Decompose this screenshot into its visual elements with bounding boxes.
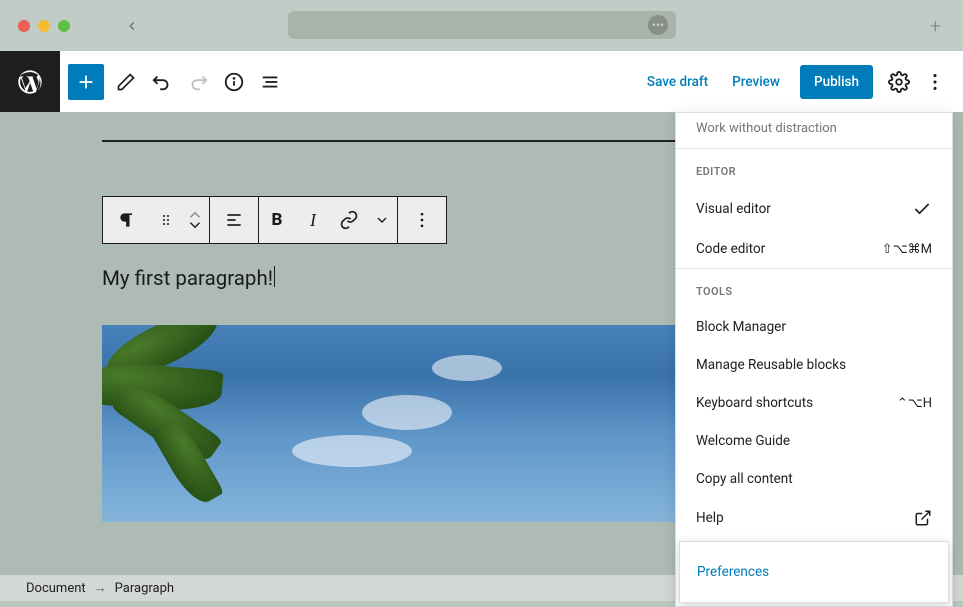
- edit-tool-button[interactable]: [108, 64, 144, 100]
- menu-item-keyboard-shortcuts[interactable]: Keyboard shortcuts ⌃⌥H: [676, 384, 952, 422]
- nav-back-button[interactable]: [125, 19, 139, 33]
- menu-label: Code editor: [696, 241, 765, 257]
- new-tab-button[interactable]: +: [930, 14, 941, 38]
- add-block-button[interactable]: [68, 64, 104, 100]
- shortcut-label: ⌃⌥H: [897, 396, 932, 411]
- traffic-lights: [18, 20, 70, 32]
- outline-button[interactable]: [252, 64, 288, 100]
- preview-button[interactable]: Preview: [720, 66, 792, 98]
- menu-label: Keyboard shortcuts: [696, 395, 813, 411]
- menu-item-preferences[interactable]: Preferences: [679, 541, 949, 603]
- italic-button[interactable]: I: [295, 197, 331, 243]
- more-rich-text-button[interactable]: [367, 197, 397, 243]
- block-toolbar: B I: [102, 196, 447, 244]
- breadcrumb-separator-icon: →: [94, 580, 107, 596]
- menu-item-help[interactable]: Help: [676, 498, 952, 538]
- info-button[interactable]: [216, 64, 252, 100]
- paragraph-block-icon[interactable]: [103, 197, 151, 243]
- menu-item-copy-all[interactable]: Copy all content: [676, 460, 952, 498]
- menu-label: Visual editor: [696, 201, 771, 217]
- url-bar[interactable]: •••: [288, 11, 676, 39]
- menu-label: Help: [696, 510, 724, 526]
- maximize-window-button[interactable]: [58, 20, 70, 32]
- url-more-icon[interactable]: •••: [648, 15, 668, 35]
- settings-button[interactable]: [881, 64, 917, 100]
- link-button[interactable]: [331, 197, 367, 243]
- check-icon: [912, 199, 932, 219]
- menu-heading-tools: TOOLS: [676, 269, 952, 308]
- align-button[interactable]: [210, 197, 258, 243]
- editor-toolbar: Save draft Preview Publish: [0, 51, 963, 112]
- window-titlebar: ••• +: [0, 0, 963, 51]
- publish-button[interactable]: Publish: [800, 65, 873, 99]
- menu-item-code-editor[interactable]: Code editor ⇧⌥⌘M: [676, 230, 952, 268]
- wordpress-logo[interactable]: [0, 51, 60, 112]
- bold-button[interactable]: B: [259, 197, 295, 243]
- block-more-button[interactable]: [398, 197, 446, 243]
- external-link-icon: [914, 509, 932, 527]
- menu-item-visual-editor[interactable]: Visual editor: [676, 188, 952, 230]
- menu-item-reusable-blocks[interactable]: Manage Reusable blocks: [676, 346, 952, 384]
- move-arrows[interactable]: [181, 197, 209, 243]
- menu-item-distraction-free[interactable]: Work without distraction: [676, 113, 952, 148]
- menu-item-block-manager[interactable]: Block Manager: [676, 308, 952, 346]
- more-menu-button[interactable]: [917, 64, 953, 100]
- minimize-window-button[interactable]: [38, 20, 50, 32]
- breadcrumb-current[interactable]: Paragraph: [115, 581, 174, 596]
- save-draft-button[interactable]: Save draft: [635, 66, 720, 98]
- menu-label: Block Manager: [696, 319, 786, 335]
- breadcrumb-root[interactable]: Document: [26, 581, 86, 596]
- options-menu: Work without distraction EDITOR Visual e…: [675, 112, 953, 607]
- shortcut-label: ⇧⌥⌘M: [882, 242, 932, 257]
- menu-item-welcome-guide[interactable]: Welcome Guide: [676, 422, 952, 460]
- menu-label: Welcome Guide: [696, 433, 790, 449]
- menu-heading-editor: EDITOR: [676, 149, 952, 188]
- close-window-button[interactable]: [18, 20, 30, 32]
- redo-button[interactable]: [180, 64, 216, 100]
- menu-label: Manage Reusable blocks: [696, 357, 846, 373]
- menu-label: Copy all content: [696, 471, 793, 487]
- undo-button[interactable]: [144, 64, 180, 100]
- drag-handle[interactable]: [151, 197, 181, 243]
